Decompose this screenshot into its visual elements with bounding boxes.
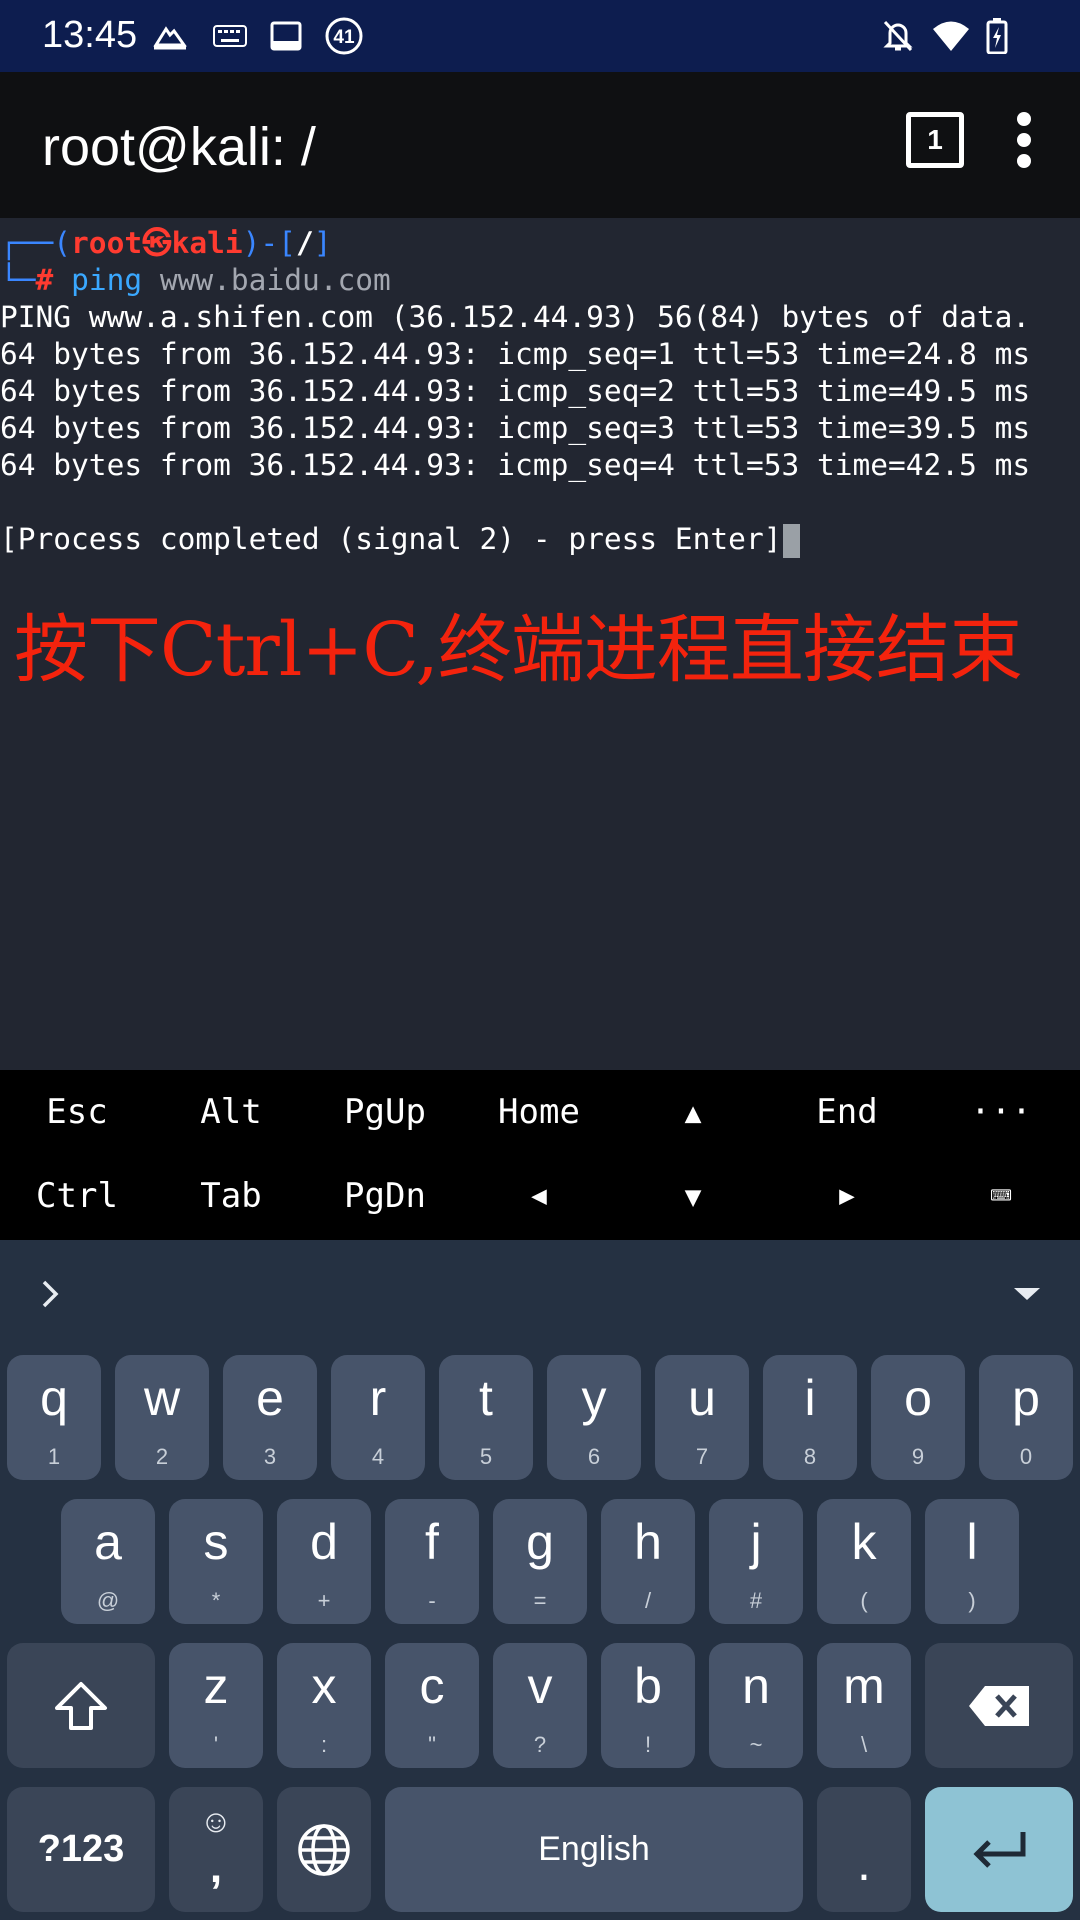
key-u[interactable]: u7 (655, 1355, 749, 1480)
key-a[interactable]: a @ (61, 1499, 155, 1624)
status-bar: 13:45 41 (0, 0, 1080, 72)
end-key[interactable]: End (770, 1070, 924, 1154)
key-x[interactable]: x: (277, 1643, 371, 1768)
up-arrow-key[interactable]: ▲ (616, 1070, 770, 1154)
key-v[interactable]: v? (493, 1643, 587, 1768)
collapse-keyboard-icon[interactable] (1014, 1288, 1040, 1300)
prompt-open: ┌──( (0, 226, 72, 260)
terminal-cursor (783, 523, 801, 558)
key-t[interactable]: t5 (439, 1355, 533, 1480)
key-p[interactable]: p0 (979, 1355, 1073, 1480)
svg-text:41: 41 (333, 27, 355, 48)
command-argument: www.baidu.com (159, 263, 391, 297)
prompt-close: ] (313, 226, 332, 260)
key-c[interactable]: c " (385, 1643, 479, 1768)
boat-icon (150, 16, 190, 56)
completion-text: [Process completed (signal 2) - press En… (0, 522, 782, 556)
key-l[interactable]: l) (925, 1499, 1019, 1624)
backspace-key[interactable] (925, 1643, 1073, 1768)
terminal-view[interactable]: ┌──(root㉿kali)-[/] └─# ping www.baidu.co… (0, 218, 1080, 1070)
terminal-icon (268, 16, 304, 56)
home-key[interactable]: Home (462, 1070, 616, 1154)
badge-icon: 41 (324, 16, 364, 56)
status-time: 13:45 (42, 14, 138, 56)
keyboard-icon (210, 16, 250, 56)
prompt2-prefix: └─ (0, 263, 36, 297)
shift-key[interactable] (7, 1643, 155, 1768)
pgdn-key[interactable]: PgDn (308, 1154, 462, 1238)
prompt-mid: )-[ (242, 226, 296, 260)
more-keys-key[interactable]: ··· (924, 1070, 1078, 1154)
ctrl-key[interactable]: Ctrl (0, 1154, 154, 1238)
key-s[interactable]: s * (169, 1499, 263, 1624)
output-line: 64 bytes from 36.152.44.93: icmp_seq=1 t… (0, 337, 1031, 371)
session-title: root@kali: / (42, 117, 316, 177)
soft-keyboard: q1 w2 e3 r4 t5 y6 u7 i8 o9 p0 a @ s * d + f… (0, 1240, 1080, 1920)
output-line: 64 bytes from 36.152.44.93: icmp_seq=3 t… (0, 411, 1031, 445)
right-arrow-key[interactable]: ▶ (770, 1154, 924, 1238)
wifi-icon (930, 16, 972, 56)
left-arrow-key[interactable]: ◀ (462, 1154, 616, 1238)
period-key[interactable]: . (817, 1787, 911, 1912)
key-k[interactable]: k( (817, 1499, 911, 1624)
symbols-key[interactable]: ?123 (7, 1787, 155, 1912)
key-w[interactable]: w2 (115, 1355, 209, 1480)
prompt2-hash: # (35, 263, 54, 297)
key-b[interactable]: b! (601, 1643, 695, 1768)
key-q[interactable]: q1 (7, 1355, 101, 1480)
prompt-line-1: ┌──(root㉿kali)-[/] (0, 225, 331, 262)
shift-icon (7, 1643, 155, 1768)
key-h[interactable]: h / (601, 1499, 695, 1624)
key-m[interactable]: m \ (817, 1643, 911, 1768)
key-y[interactable]: y6 (547, 1355, 641, 1480)
app-bar: root@kali: / 1 (0, 72, 1080, 218)
emoji-icon: ☺ (199, 1803, 233, 1839)
enter-icon (925, 1787, 1073, 1912)
esc-key[interactable]: Esc (0, 1070, 154, 1154)
key-d[interactable]: d + (277, 1499, 371, 1624)
key-e[interactable]: e3 (223, 1355, 317, 1480)
globe-icon (277, 1787, 371, 1912)
comma-emoji-key[interactable]: ☺ , (169, 1787, 263, 1912)
command-text: ping (71, 263, 143, 297)
enter-key[interactable] (925, 1787, 1073, 1912)
key-f[interactable]: f- (385, 1499, 479, 1624)
keyboard-toggle-key[interactable]: ⌨ (924, 1154, 1078, 1238)
key-o[interactable]: o9 (871, 1355, 965, 1480)
annotation-text: 按下Ctrl+C,终端进程直接结束 (14, 607, 1023, 693)
key-j[interactable]: j # (709, 1499, 803, 1624)
chevron-right-icon[interactable] (36, 1274, 66, 1314)
key-g[interactable]: g = (493, 1499, 587, 1624)
alt-key[interactable]: Alt (154, 1070, 308, 1154)
output-line: PING www.a.shifen.com (36.152.44.93) 56(… (0, 300, 1031, 334)
pgup-key[interactable]: PgUp (308, 1070, 462, 1154)
sessions-button[interactable]: 1 (906, 112, 964, 168)
language-key[interactable] (277, 1787, 371, 1912)
space-key[interactable]: English (385, 1787, 803, 1912)
completion-line: [Process completed (signal 2) - press En… (0, 521, 801, 558)
prompt-user: root㉿kali (71, 226, 243, 260)
key-z[interactable]: z ' (169, 1643, 263, 1768)
more-vert-icon[interactable] (1008, 112, 1040, 168)
tab-key[interactable]: Tab (154, 1154, 308, 1238)
key-r[interactable]: r4 (331, 1355, 425, 1480)
backspace-icon (925, 1643, 1073, 1768)
mute-bell-icon (880, 16, 916, 56)
key-n[interactable]: n ~ (709, 1643, 803, 1768)
down-arrow-key[interactable]: ▼ (616, 1154, 770, 1238)
prompt-dir: / (295, 226, 314, 260)
extra-keys-bar: Esc Alt PgUp Home ▲ End ··· Ctrl Tab PgD… (0, 1070, 1080, 1240)
output-line: 64 bytes from 36.152.44.93: icmp_seq=4 t… (0, 448, 1031, 482)
battery-charging-icon (982, 16, 1012, 56)
output-line: 64 bytes from 36.152.44.93: icmp_seq=2 t… (0, 374, 1031, 408)
key-i[interactable]: i8 (763, 1355, 857, 1480)
prompt-line-2: └─# ping www.baidu.com (0, 262, 391, 299)
